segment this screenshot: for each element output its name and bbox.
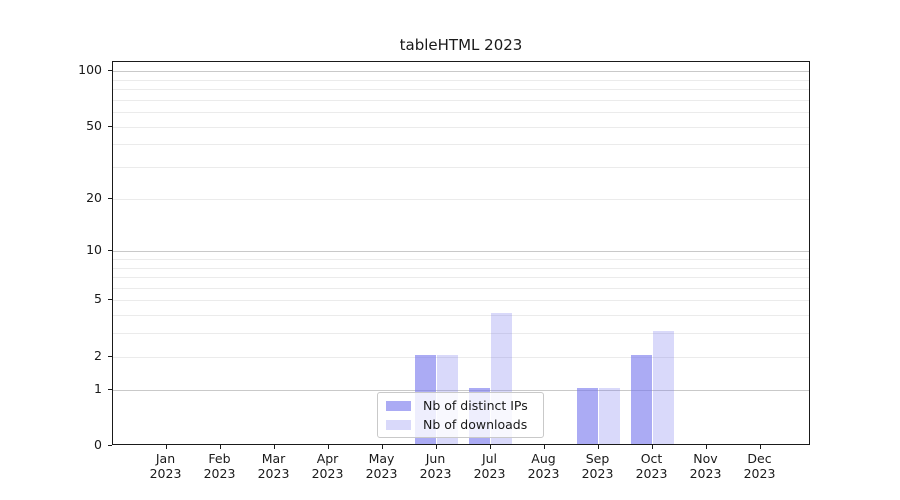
gridline-minor <box>113 144 809 145</box>
bar-nb-of-downloads-sep <box>599 388 621 444</box>
x-tick-label-aug: Aug 2023 <box>514 451 574 481</box>
legend-label: Nb of downloads <box>423 417 527 432</box>
y-tick-label: 100 <box>58 62 102 78</box>
x-tick-label-dec: Dec 2023 <box>730 451 790 481</box>
chart-title: tableHTML 2023 <box>112 36 810 54</box>
x-tick-mark <box>436 445 437 449</box>
bar-nb-of-downloads-oct <box>653 331 675 444</box>
x-tick-label-feb: Feb 2023 <box>190 451 250 481</box>
gridline-minor <box>113 357 809 358</box>
gridline-minor <box>113 300 809 301</box>
gridline-major <box>113 71 809 72</box>
y-tick-mark <box>108 70 112 71</box>
gridline-minor <box>113 89 809 90</box>
gridline-minor <box>113 333 809 334</box>
y-tick-mark <box>108 126 112 127</box>
x-tick-mark <box>652 445 653 449</box>
x-tick-mark <box>274 445 275 449</box>
legend-label: Nb of distinct IPs <box>423 398 528 413</box>
bar-nb-of-distinct-ips-sep <box>577 388 599 444</box>
x-tick-mark <box>760 445 761 449</box>
x-tick-mark <box>706 445 707 449</box>
x-tick-mark <box>490 445 491 449</box>
y-tick-mark <box>108 299 112 300</box>
x-tick-mark <box>328 445 329 449</box>
legend: Nb of distinct IPs Nb of downloads <box>377 392 544 438</box>
y-tick-mark <box>108 250 112 251</box>
chart-figure: tableHTML 2023 Nb of distinct IPsNb of d… <box>0 0 900 500</box>
x-tick-label-jan: Jan 2023 <box>136 451 196 481</box>
y-tick-label: 1 <box>58 381 102 397</box>
x-tick-label-may: May 2023 <box>352 451 412 481</box>
gridline-minor <box>113 127 809 128</box>
legend-item: Nb of downloads <box>386 417 535 432</box>
y-tick-mark <box>108 356 112 357</box>
gridline-minor <box>113 167 809 168</box>
y-tick-label: 10 <box>58 242 102 258</box>
gridline-major <box>113 251 809 252</box>
y-tick-label: 0 <box>58 437 102 453</box>
x-tick-label-sep: Sep 2023 <box>568 451 628 481</box>
legend-swatch <box>386 420 411 430</box>
y-tick-label: 20 <box>58 190 102 206</box>
x-tick-mark <box>220 445 221 449</box>
x-tick-label-nov: Nov 2023 <box>676 451 736 481</box>
y-tick-mark <box>108 389 112 390</box>
gridline-minor <box>113 80 809 81</box>
gridline-minor <box>113 100 809 101</box>
gridline-minor <box>113 288 809 289</box>
legend-item: Nb of distinct IPs <box>386 398 535 413</box>
x-tick-mark <box>382 445 383 449</box>
x-tick-label-apr: Apr 2023 <box>298 451 358 481</box>
x-tick-label-oct: Oct 2023 <box>622 451 682 481</box>
y-tick-label: 50 <box>58 118 102 134</box>
gridline-minor <box>113 315 809 316</box>
y-tick-mark <box>108 198 112 199</box>
x-tick-label-jun: Jun 2023 <box>406 451 466 481</box>
gridline-minor <box>113 199 809 200</box>
plot-area <box>112 61 810 445</box>
gridline-minor <box>113 112 809 113</box>
bar-nb-of-distinct-ips-oct <box>631 355 653 444</box>
x-tick-mark <box>598 445 599 449</box>
gridline-major <box>113 390 809 391</box>
x-tick-mark <box>166 445 167 449</box>
legend-swatch <box>386 401 411 411</box>
x-tick-mark <box>544 445 545 449</box>
y-tick-label: 2 <box>58 348 102 364</box>
x-tick-label-jul: Jul 2023 <box>460 451 520 481</box>
gridline-minor <box>113 259 809 260</box>
gridline-minor <box>113 277 809 278</box>
gridline-minor <box>113 268 809 269</box>
x-tick-label-mar: Mar 2023 <box>244 451 304 481</box>
y-tick-mark <box>108 445 112 446</box>
y-tick-label: 5 <box>58 291 102 307</box>
